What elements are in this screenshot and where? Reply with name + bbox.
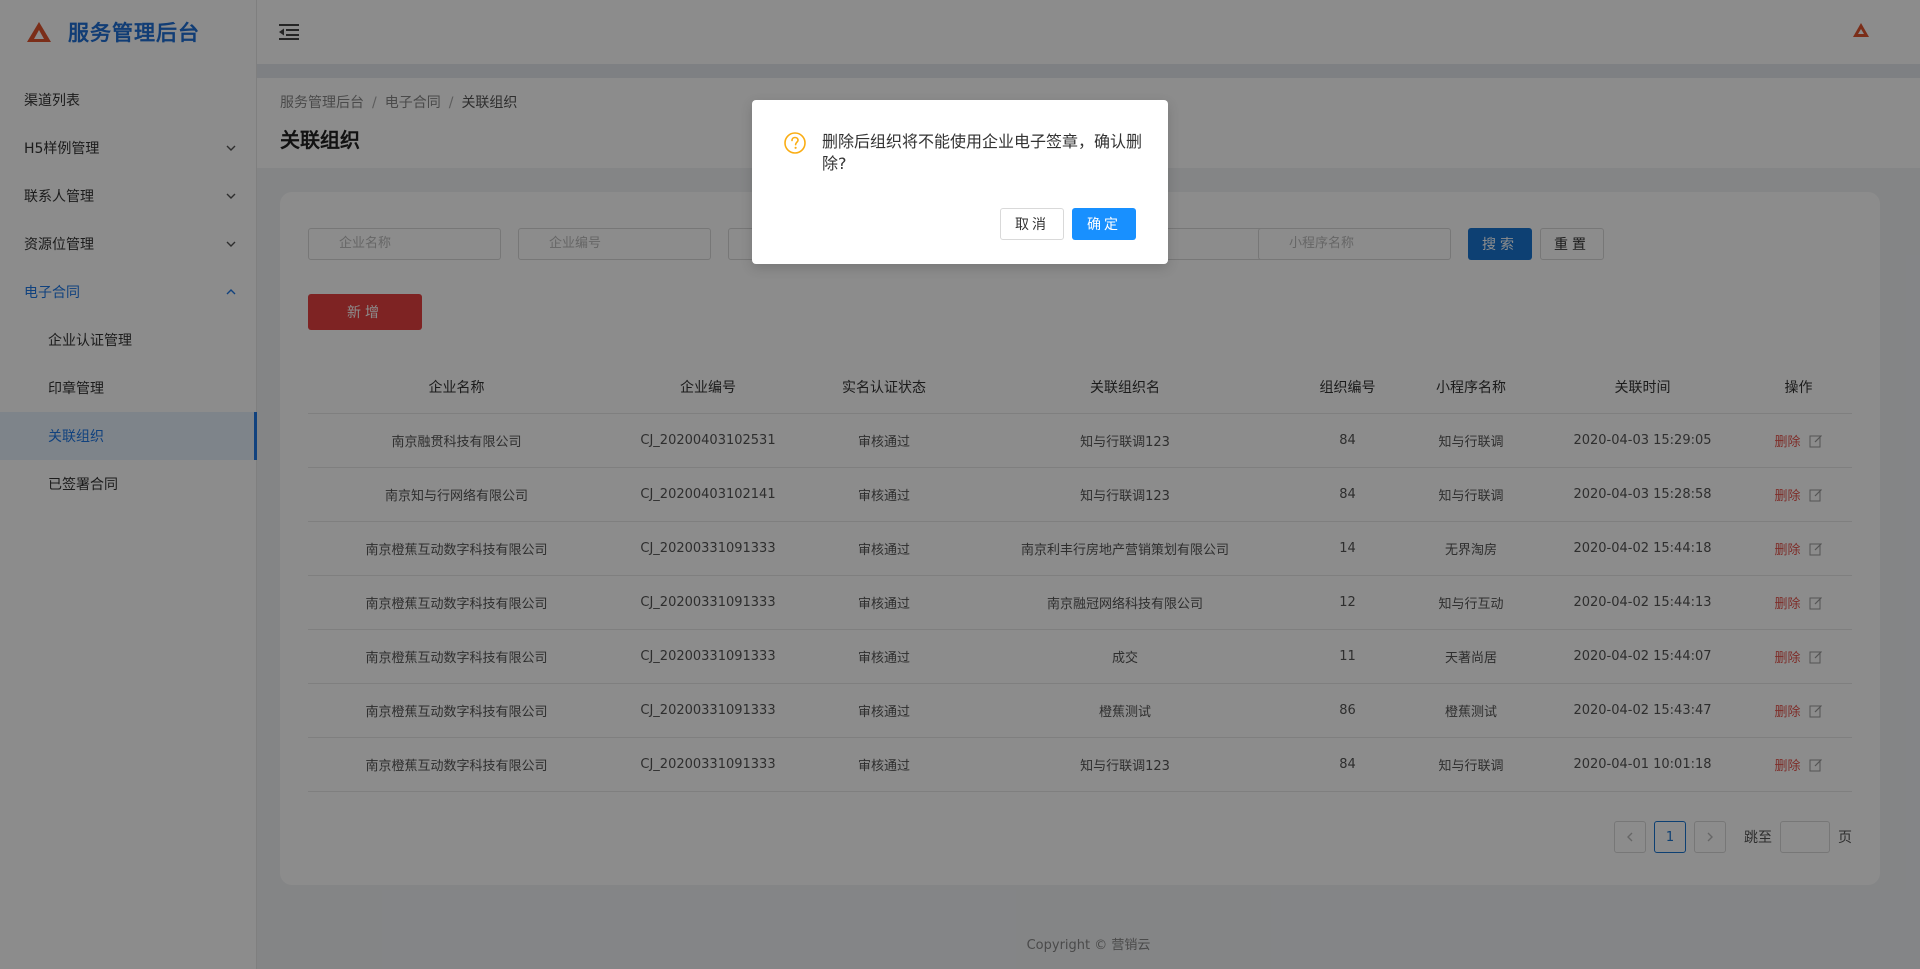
modal-message: 删除后组织将不能使用企业电子签章，确认删除? (822, 132, 1143, 173)
confirm-modal: 删除后组织将不能使用企业电子签章，确认删除? 取消 确定 (752, 100, 1168, 264)
question-circle-icon (784, 132, 806, 154)
cancel-button[interactable]: 取消 (1000, 208, 1064, 240)
confirm-button[interactable]: 确定 (1072, 208, 1136, 240)
